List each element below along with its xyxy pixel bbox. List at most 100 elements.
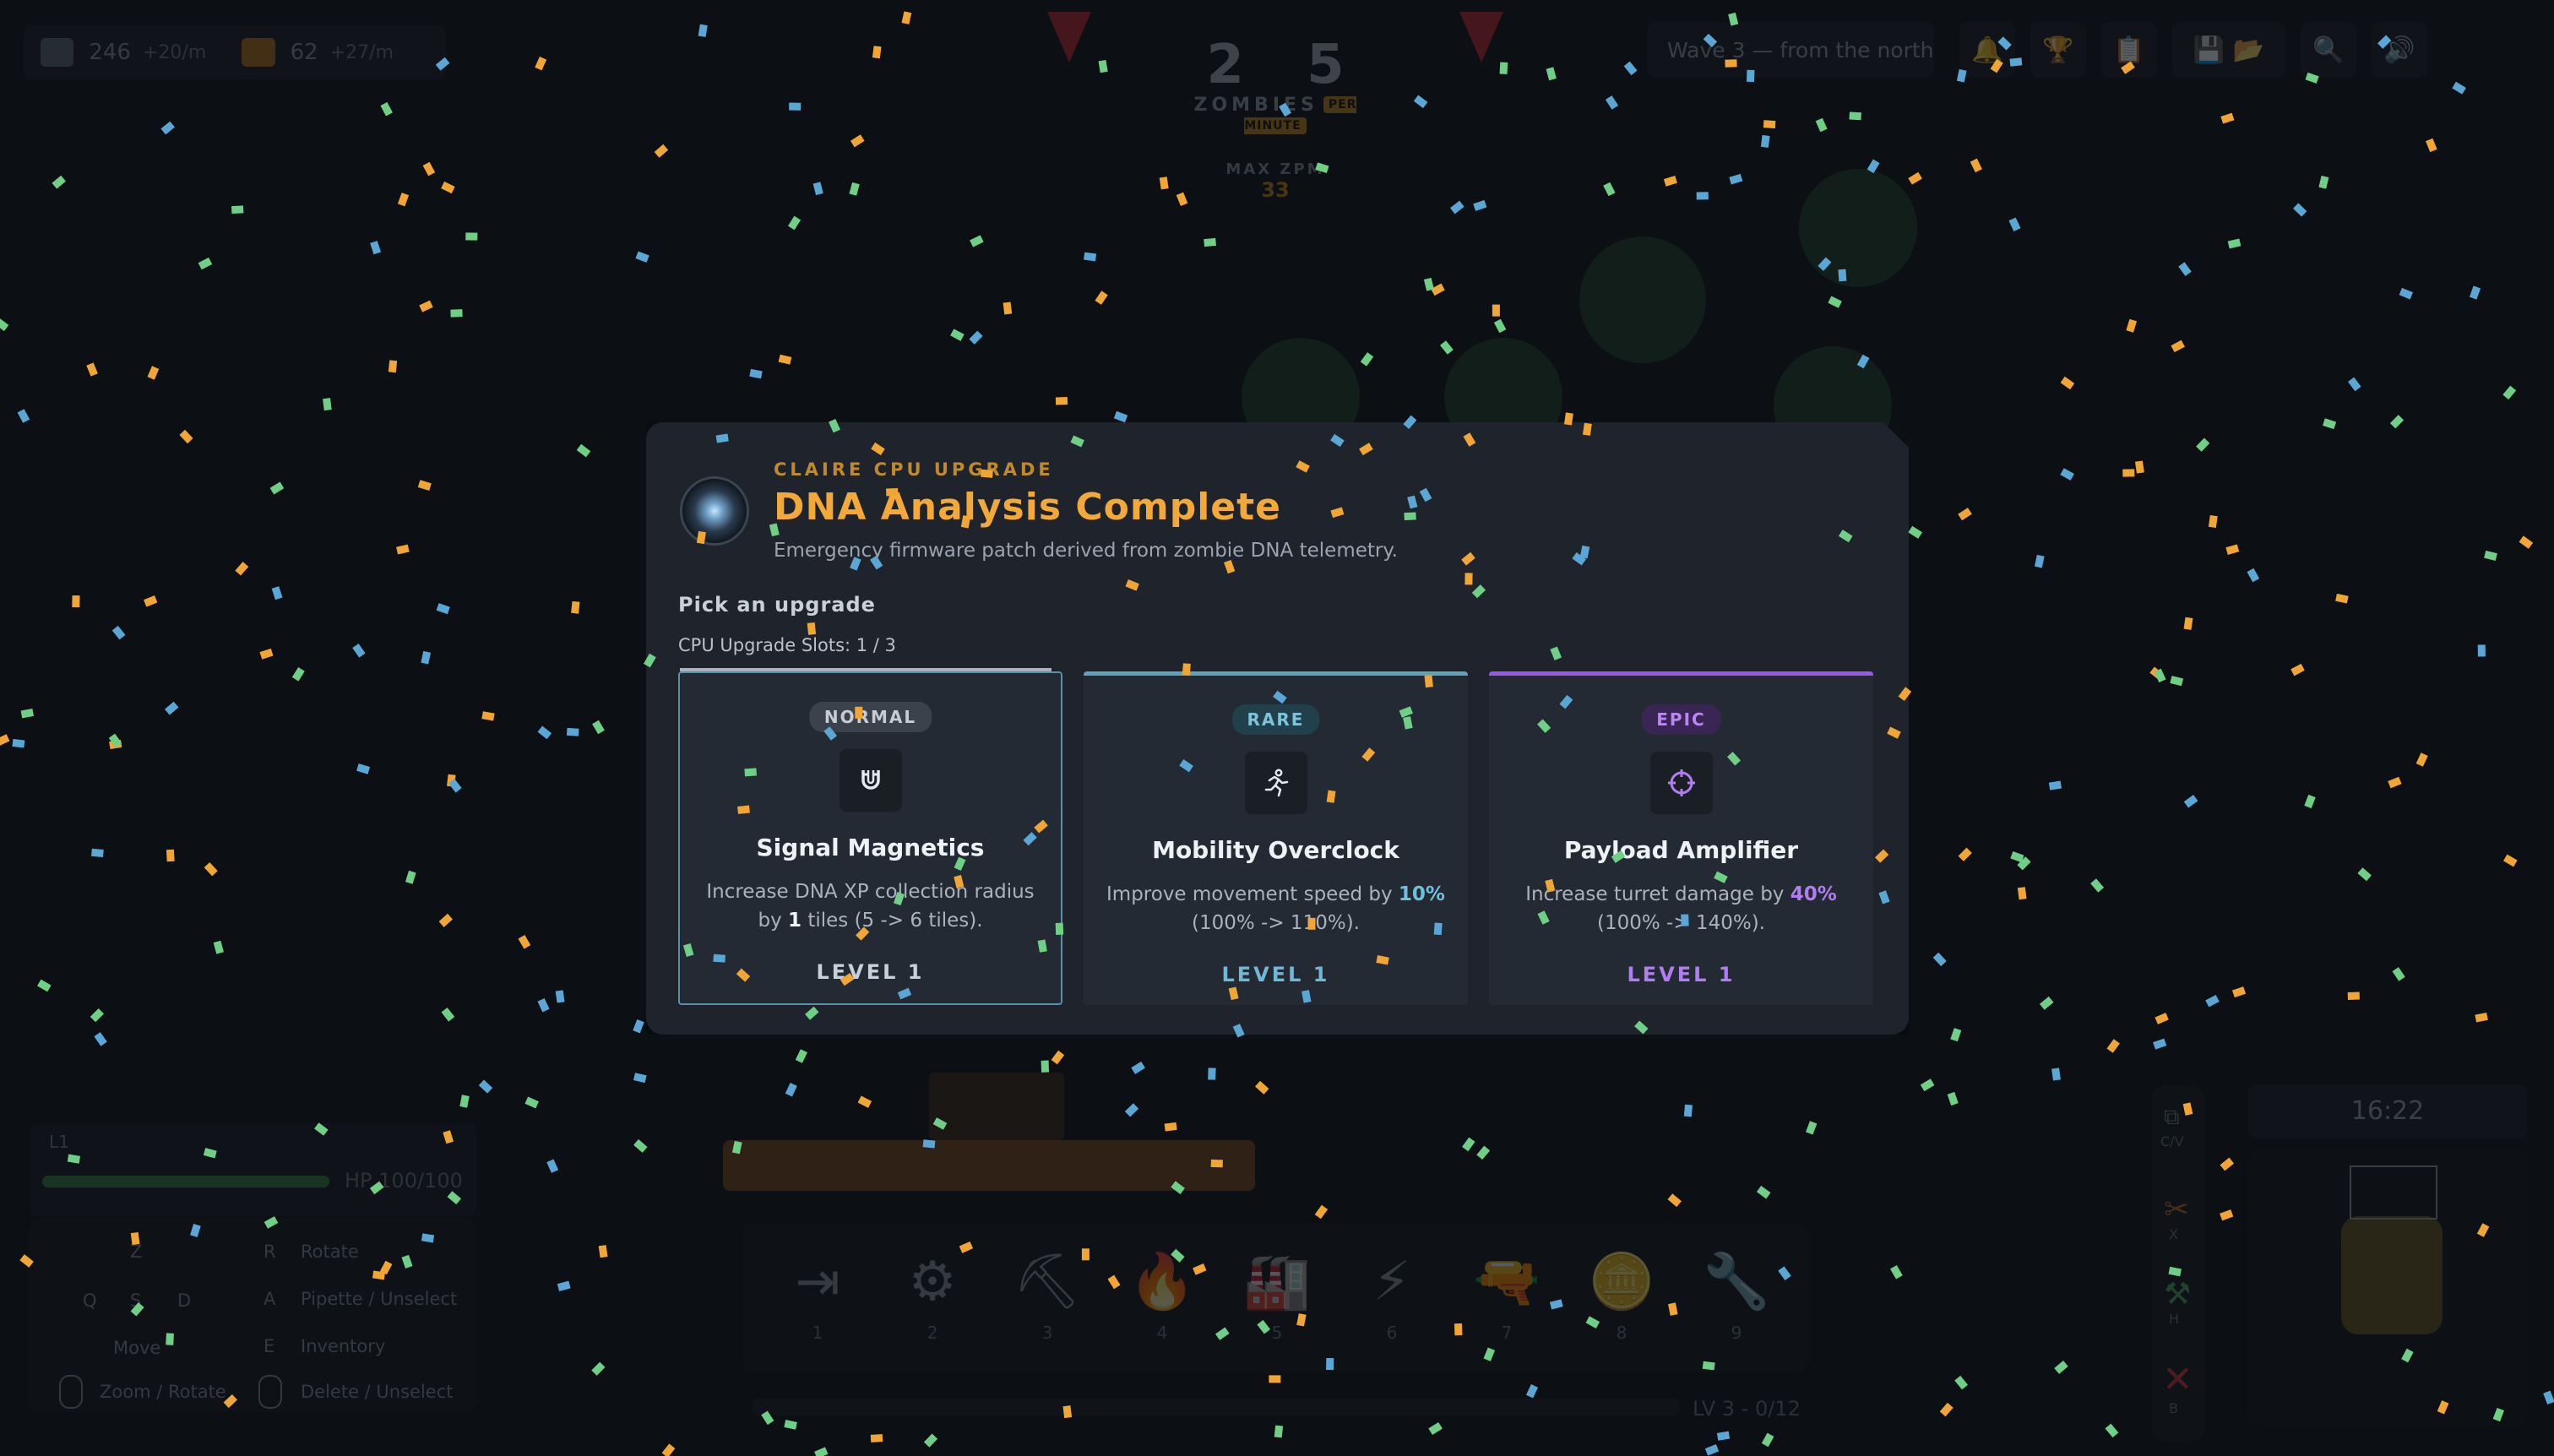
confetti-piece [2426,138,2437,153]
confetti-piece [352,643,366,658]
confetti-piece [478,1079,493,1094]
card-description: Improve movement speed by 10% (100% -> 1… [1106,883,1445,934]
confetti-piece [557,1280,571,1291]
confetti-piece [1605,95,1619,110]
zpm-counter: 2 5 ZOMBIES PER MINUTE MAX ZPM 33 [1182,34,1368,202]
confetti-piece [850,134,865,148]
turret-tool-icon[interactable]: 🔫 7 [1464,1241,1549,1343]
card-top-line [680,668,1051,671]
confetti-piece [789,102,802,111]
confetti-piece [1908,525,1923,539]
upgrade-card-mobility-overclock[interactable]: RARE Mobility Overclock Improve movement… [1084,671,1468,1005]
confetti-piece [654,144,669,158]
sound-icon[interactable]: 🔊 [2372,22,2427,78]
scissors-icon[interactable]: ✂ [2164,1193,2189,1227]
confetti-piece [465,232,478,241]
confetti-piece [397,193,410,207]
confetti-piece [633,1019,644,1034]
factory-tool-icon[interactable]: 🏭 5 [1235,1241,1319,1343]
minimap-viewport [2350,1165,2437,1220]
confetti-piece [698,24,708,37]
confetti-piece [86,362,98,377]
confetti-piece [661,1443,676,1456]
close-icon[interactable]: ✕ [2162,1358,2193,1401]
confetti-piece [1696,192,1709,200]
hammer-icon[interactable]: ⚒ [2164,1277,2191,1312]
card-name: Payload Amplifier [1563,836,1799,864]
confetti-piece [1958,847,1972,861]
pick-upgrade-label: Pick an upgrade [678,593,876,617]
confetti-piece [2231,986,2247,998]
confetti-piece [1908,171,1922,185]
confetti-piece [1663,176,1677,187]
notification-icon[interactable]: 🔔 [1959,22,2015,78]
building-shape [929,1073,1064,1140]
upgrade-card-payload-amplifier[interactable]: EPIC Payload Amplifier Increase turret d… [1489,671,1873,1005]
confetti-piece [1462,1137,1475,1152]
confetti-piece [571,600,580,614]
pickaxe-tool-icon[interactable]: ⛏ 3 [1005,1241,1090,1343]
confetti-piece [108,733,122,748]
resource-rate: +20/m [142,41,207,63]
confetti-piece [1095,291,1108,305]
confetti-piece [1525,1384,1539,1399]
confetti-piece [2323,418,2337,430]
copy-icon[interactable]: ⧉ [2164,1105,2180,1131]
confetti-piece [633,1138,648,1153]
confetti-piece [2183,795,2198,808]
confetti-piece [12,738,25,748]
confetti-piece [1204,237,1216,247]
minimap[interactable] [2248,1149,2527,1427]
zoom-icon[interactable]: 🔍 [2301,22,2356,78]
modal-subtitle: Emergency firmware patch derived from zo… [774,540,1398,562]
confetti-piece [2153,1038,2167,1050]
confetti-piece [785,1083,797,1097]
confetti-piece [1476,1145,1491,1160]
confetti-piece [535,56,547,71]
confetti-piece [1003,302,1013,315]
confetti-piece [1603,182,1616,197]
confetti-piece [635,251,649,263]
wrench-tool-icon[interactable]: 🔧 9 [1694,1241,1779,1343]
resource-amount: 62 [290,40,318,65]
confetti-piece [1159,177,1169,190]
upgrade-card-signal-magnetics[interactable]: NORMAL Signal Magnetics Increase DNA XP … [678,668,1062,1005]
confetti-piece [2392,967,2405,981]
mouse-icon [59,1375,83,1409]
confetti-piece [1805,1121,1818,1135]
confetti-piece [1890,1264,1903,1279]
confetti-piece [1113,410,1128,423]
furnace-tool-icon[interactable]: 🔥 4 [1120,1241,1204,1343]
confetti-piece [2225,544,2240,555]
confetti-piece [419,300,433,312]
confetti-piece [849,182,860,196]
game-scene: 246 +20/m 62 +27/m 2 5 ZOMBIES PER MINUTE… [0,0,2554,1456]
level-badge: L1 [49,1132,69,1152]
modal-eyebrow: CLAIRE CPU UPGRADE [774,459,1054,480]
confetti-piece [213,940,224,954]
rarity-badge: EPIC [1641,704,1721,735]
save-load-group[interactable]: 💾 📂 [2172,22,2285,78]
power-tool-icon[interactable]: ⚡ 6 [1350,1241,1434,1343]
resource-rate: +27/m [329,41,394,63]
robot-arm-tool-icon[interactable]: ⚙ 2 [890,1241,975,1343]
confetti-piece [795,1049,808,1063]
confetti-piece [555,990,565,1003]
confetti-piece [422,161,436,177]
zpm-value: 2 5 [1206,34,1367,96]
minimap-terrain [2341,1216,2443,1334]
conveyor-tool-icon[interactable]: ⇥ 1 [775,1241,860,1343]
confetti-piece [2048,780,2062,790]
trophy-icon[interactable]: 🏆 [2030,22,2086,78]
delete-label: Delete / Unselect [301,1382,454,1402]
confetti-piece [396,544,410,555]
clipboard-icon[interactable]: 📋 [2101,22,2157,78]
confetti-piece [2155,1013,2169,1024]
key-d: D [177,1290,192,1311]
mouse-icon [258,1375,282,1409]
storage-tool-icon[interactable]: 🪙 8 [1579,1241,1664,1343]
confetti-piece [812,182,823,196]
confetti-piece [291,666,305,682]
key-a: A [264,1289,276,1309]
confetti-piece [421,650,432,665]
